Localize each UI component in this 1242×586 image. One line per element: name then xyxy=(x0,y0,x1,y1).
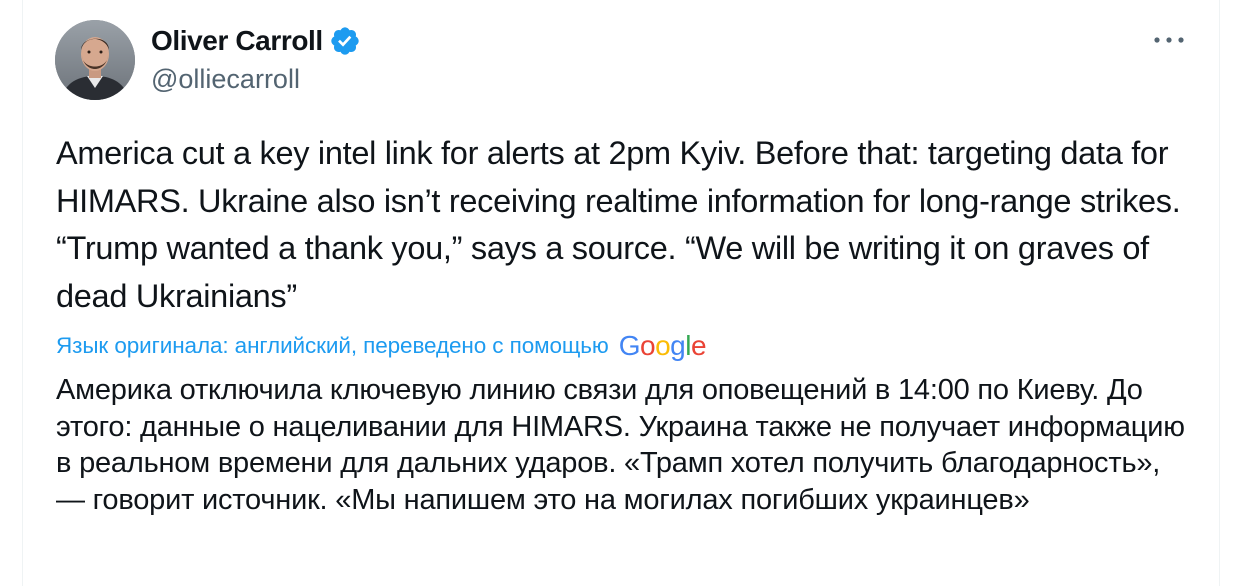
translation-label[interactable]: Язык оригинала: английский, переведено с… xyxy=(56,333,609,359)
card-left-border xyxy=(22,0,23,586)
more-options-icon[interactable] xyxy=(1151,30,1187,50)
tweet-card: Oliver Carroll @olliecarroll America cut… xyxy=(0,0,1242,586)
avatar-photo xyxy=(55,20,135,100)
translated-tweet-text: Америка отключила ключевую линию связи д… xyxy=(56,374,1185,516)
translation-attribution[interactable]: Язык оригинала: английский, переведено с… xyxy=(56,328,707,364)
author-display-name[interactable]: Oliver Carroll xyxy=(151,25,323,57)
avatar[interactable] xyxy=(55,20,135,100)
tweet-text: America cut a key intel link for alerts … xyxy=(56,135,1181,314)
author-name-row[interactable]: Oliver Carroll xyxy=(151,24,361,58)
google-logo: Google xyxy=(618,330,707,361)
author-handle[interactable]: @olliecarroll xyxy=(151,64,300,95)
card-right-border xyxy=(1219,0,1220,586)
verified-badge-icon[interactable] xyxy=(329,25,361,57)
